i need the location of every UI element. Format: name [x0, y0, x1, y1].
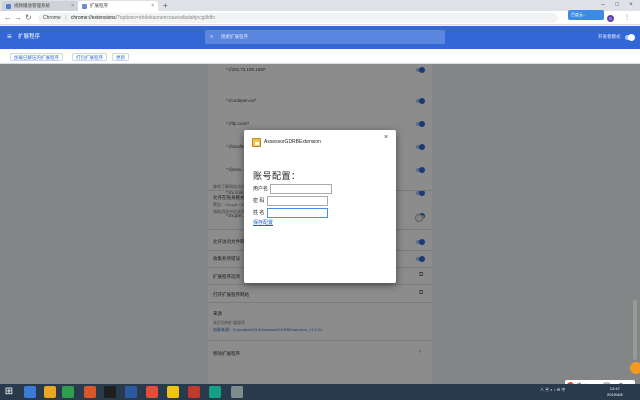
omnibox-separator: | — [65, 15, 67, 21]
name-label: 姓 名 — [253, 210, 265, 216]
back-button[interactable]: ← — [4, 13, 12, 23]
name-input[interactable] — [267, 208, 328, 218]
chrome-icon[interactable] — [167, 386, 179, 398]
scrollbar[interactable] — [633, 300, 637, 360]
app-icon[interactable] — [62, 386, 74, 398]
app-icon[interactable] — [125, 386, 137, 398]
tray-icons[interactable]: ∧ ▣ ◐ ♪ ✉ 中 — [540, 387, 565, 393]
developer-toolbar: 加载已解压的扩展程序 打包扩展程序 更新 — [0, 49, 640, 64]
page-title: 扩展程序 — [18, 34, 41, 40]
url-host: chrome://extensions — [70, 15, 116, 21]
folder-icon[interactable] — [44, 386, 56, 398]
tab-video-system[interactable]: 视频播放管理系统 × — [2, 1, 78, 11]
app-icon[interactable] — [24, 386, 36, 398]
system-clock[interactable]: 13:47 2019/4/8 — [607, 386, 623, 397]
chrome-icon[interactable] — [209, 386, 221, 398]
app-icon[interactable] — [84, 386, 96, 398]
update-button[interactable]: 更新 — [112, 53, 129, 61]
dev-mode-label: 开发者模式 — [598, 34, 621, 39]
chrome-icon[interactable] — [146, 386, 158, 398]
extensions-header: ≡ 扩展程序 ⌕ 搜索扩展程序 开发者模式 — [0, 26, 640, 49]
search-icon: ⌕ — [210, 34, 214, 40]
windows-taskbar: ⊞ ∧ ▣ ◐ ♪ ✉ 中 13:47 2019/4/8 — [0, 384, 640, 400]
more-menu-icon[interactable]: ⋮ — [624, 14, 630, 21]
baidu-cloud-button[interactable]: 百度云... — [568, 10, 604, 20]
username-label: 用户名 — [253, 186, 269, 192]
dev-mode-toggle[interactable] — [625, 34, 635, 41]
chrome-label: Chrome — [43, 15, 61, 21]
browser-tabstrip: 视频播放管理系统 × 扩展程序 × + – □ × — [0, 0, 640, 11]
hamburger-menu-icon[interactable]: ≡ — [7, 32, 12, 42]
profile-avatar[interactable]: S — [607, 15, 614, 22]
username-input[interactable] — [270, 184, 332, 194]
tab-label: 视频播放管理系统 — [14, 3, 50, 8]
extension-icon — [252, 138, 261, 147]
extension-options-dialog: AssessorGDRBExtension × — [244, 130, 396, 283]
account-config-heading: 账号配置： — [253, 171, 301, 181]
forward-button[interactable]: → — [14, 13, 22, 23]
save-config-link[interactable]: 保存配置 — [253, 219, 273, 226]
pack-extension-button[interactable]: 打包扩展程序 — [72, 53, 107, 61]
page-favicon-icon — [6, 3, 11, 9]
load-unpacked-button[interactable]: 加载已解压的扩展程序 — [10, 53, 63, 61]
address-bar: ← → ↻ Chrome | chrome://extensions/?opti… — [0, 11, 640, 25]
clock-date: 2019/4/8 — [607, 391, 623, 397]
windows-start-icon[interactable]: ⊞ — [3, 386, 15, 398]
reload-button[interactable]: ↻ — [25, 13, 32, 23]
tab-extensions[interactable]: 扩展程序 × — [78, 1, 158, 11]
url-input[interactable]: Chrome | chrome://extensions/?options=eh… — [38, 13, 558, 23]
close-icon[interactable]: × — [384, 134, 388, 142]
app-icon[interactable] — [231, 386, 243, 398]
tab-label: 扩展程序 — [90, 3, 108, 8]
floating-assistant-icon[interactable] — [630, 362, 640, 374]
url-query: /?options=ehdekaonencoaeeafadahjncglifdf… — [115, 15, 216, 21]
extension-search-input[interactable]: ⌕ 搜索扩展程序 — [205, 30, 445, 44]
dialog-title: AssessorGDRBExtension — [264, 139, 321, 145]
tab-close-icon[interactable]: × — [151, 3, 154, 9]
password-label: 密 码 — [253, 198, 265, 204]
window-close-button[interactable]: × — [624, 0, 638, 11]
app-icon[interactable] — [104, 386, 116, 398]
search-placeholder: 搜索扩展程序 — [221, 34, 248, 39]
new-tab-button[interactable]: + — [163, 1, 168, 10]
maximize-button[interactable]: □ — [610, 0, 624, 11]
password-input[interactable] — [267, 196, 328, 206]
app-icon[interactable] — [188, 386, 200, 398]
tab-close-icon[interactable]: × — [71, 3, 74, 9]
puzzle-icon — [82, 3, 87, 9]
